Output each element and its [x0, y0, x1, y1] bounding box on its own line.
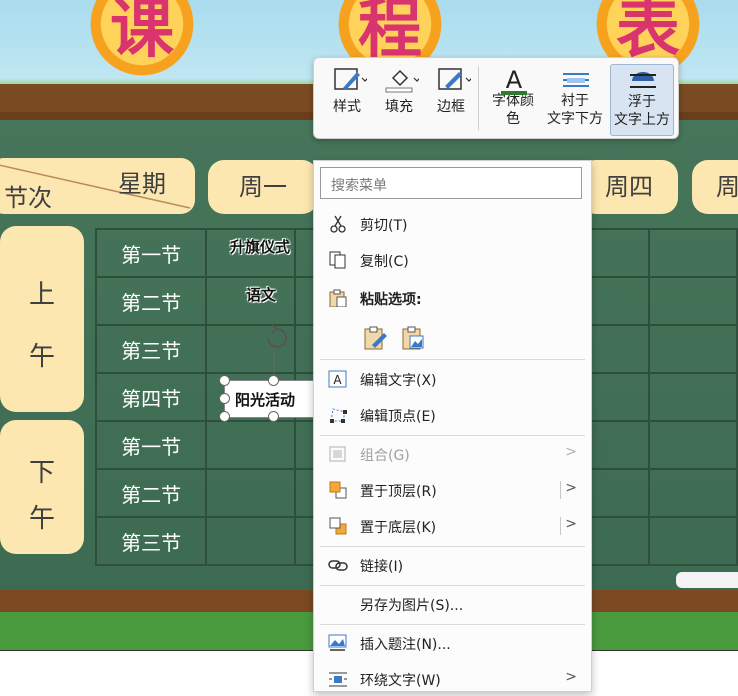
menu-item-bring-to-front-label: 置于顶层(R)	[360, 484, 437, 500]
row-label: 第三节	[94, 324, 208, 374]
style-label: 样式	[333, 99, 361, 115]
in-front-text-icon	[628, 67, 656, 93]
copy-icon	[329, 251, 346, 269]
send-to-back-icon	[329, 517, 347, 535]
behind-text-button[interactable]: 衬于 文字下方	[542, 64, 608, 134]
in-front-text-button[interactable]: 浮于 文字上方	[610, 64, 674, 136]
menu-item-cut[interactable]: 剪切(T)	[314, 207, 591, 241]
row-label: 第二节	[94, 276, 208, 326]
group-icon	[329, 446, 346, 462]
insert-caption-icon	[328, 634, 347, 651]
svg-text:A: A	[506, 66, 523, 94]
mini-toolbar: 样式 填充 边框 A 字体颜 色 衬于 文字下方 浮于 文字上方	[313, 57, 679, 139]
row-label: 第一节	[94, 420, 208, 470]
menu-item-wrap-text[interactable]: 环绕文字(W) >	[314, 662, 591, 696]
edit-text-icon: A	[328, 370, 347, 388]
resize-handle[interactable]	[219, 393, 230, 404]
resize-handle[interactable]	[268, 411, 279, 422]
chalk-eraser	[676, 572, 738, 588]
menu-item-send-to-back[interactable]: 置于底层(K) >	[314, 509, 591, 543]
resize-handle[interactable]	[219, 375, 230, 386]
font-color-button[interactable]: A 字体颜 色	[486, 64, 540, 134]
menu-item-edit-text-label: 编辑文字(X)	[360, 373, 437, 389]
header-section-label: 节次	[4, 184, 52, 212]
menu-item-bring-to-front[interactable]: 置于顶层(R) >	[314, 473, 591, 507]
fill-bucket-icon	[385, 66, 421, 93]
menu-item-send-to-back-label: 置于底层(K)	[360, 520, 437, 536]
chevron-right-icon: >	[565, 444, 577, 460]
paste-keep-source-icon[interactable]	[362, 325, 388, 351]
menu-item-cut-label: 剪切(T)	[360, 218, 408, 234]
row-label: 第一节	[94, 228, 208, 278]
header-friday-partial: 周	[692, 160, 738, 214]
menu-item-save-as-picture-label: 另存为图片(S)...	[360, 598, 464, 614]
wordart-sunshine-activity[interactable]: 阳光活动	[235, 389, 295, 410]
menu-item-edit-points-label: 编辑顶点(E)	[360, 409, 436, 425]
period-morning: 上 午	[0, 226, 84, 412]
period-afternoon: 下 午	[0, 420, 84, 554]
menu-item-edit-points[interactable]: 编辑顶点(E)	[314, 398, 591, 432]
title-char-1: 课	[110, 0, 174, 67]
chevron-right-icon[interactable]: >	[565, 480, 577, 496]
menu-item-save-as-picture[interactable]: 另存为图片(S)...	[314, 587, 591, 621]
menu-item-group: 组合(G) >	[314, 437, 591, 471]
behind-text-label: 衬于 文字下方	[547, 93, 603, 127]
bring-to-front-icon	[329, 481, 347, 499]
header-weekday-label: 星期	[118, 170, 166, 198]
link-icon	[328, 560, 348, 571]
shape-style-icon	[333, 66, 369, 92]
fill-button[interactable]: 填充	[374, 64, 424, 134]
rotate-handle-icon[interactable]	[260, 322, 292, 382]
context-menu: 搜索菜单 剪切(T) 复制(C) 粘贴选项: A 编辑文字(X) 编辑顶点(E)…	[313, 160, 592, 692]
wordart-chinese[interactable]: 语文	[246, 284, 276, 305]
svg-text:A: A	[333, 373, 342, 387]
row-label: 第三节	[94, 516, 208, 566]
menu-item-paste-options: 粘贴选项:	[314, 281, 591, 315]
wordart-flag-ceremony[interactable]: 升旗仪式	[230, 236, 290, 257]
border-button[interactable]: 边框	[426, 64, 476, 134]
fill-label: 填充	[385, 99, 413, 115]
header-thursday: 周四	[580, 160, 678, 214]
paste-options-label: 粘贴选项:	[360, 292, 422, 308]
menu-item-copy-label: 复制(C)	[360, 254, 409, 270]
chevron-right-icon[interactable]: >	[565, 669, 577, 685]
search-menu-input[interactable]: 搜索菜单	[320, 167, 582, 199]
resize-handle[interactable]	[268, 375, 279, 386]
header-corner-cell: 星期 节次	[0, 158, 195, 214]
menu-item-link[interactable]: 链接(I)	[314, 548, 591, 582]
resize-handle[interactable]	[219, 411, 230, 422]
style-button[interactable]: 样式	[322, 64, 372, 134]
behind-text-icon	[561, 66, 589, 92]
menu-item-edit-text[interactable]: A 编辑文字(X)	[314, 362, 591, 396]
menu-item-insert-caption[interactable]: 插入题注(N)...	[314, 626, 591, 660]
menu-item-wrap-text-label: 环绕文字(W)	[360, 673, 441, 689]
row-label: 第四节	[94, 372, 208, 422]
menu-item-copy[interactable]: 复制(C)	[314, 243, 591, 277]
menu-item-group-label: 组合(G)	[360, 448, 410, 464]
header-monday: 周一	[208, 160, 318, 214]
border-label: 边框	[437, 99, 465, 115]
menu-item-insert-caption-label: 插入题注(N)...	[360, 637, 451, 653]
paste-as-picture-icon[interactable]	[400, 325, 426, 351]
clipboard-icon	[329, 289, 347, 307]
font-color-icon: A	[499, 66, 527, 95]
scissors-icon	[330, 215, 346, 233]
edit-points-icon	[330, 408, 347, 423]
menu-item-link-label: 链接(I)	[360, 559, 404, 575]
in-front-text-label: 浮于 文字上方	[614, 94, 670, 128]
border-pen-icon	[437, 66, 473, 92]
chevron-right-icon[interactable]: >	[565, 516, 577, 532]
row-label: 第二节	[94, 468, 208, 518]
sun-title-1: 课	[77, 0, 207, 89]
font-color-label: 字体颜 色	[492, 93, 534, 127]
wrap-text-icon	[329, 672, 347, 687]
